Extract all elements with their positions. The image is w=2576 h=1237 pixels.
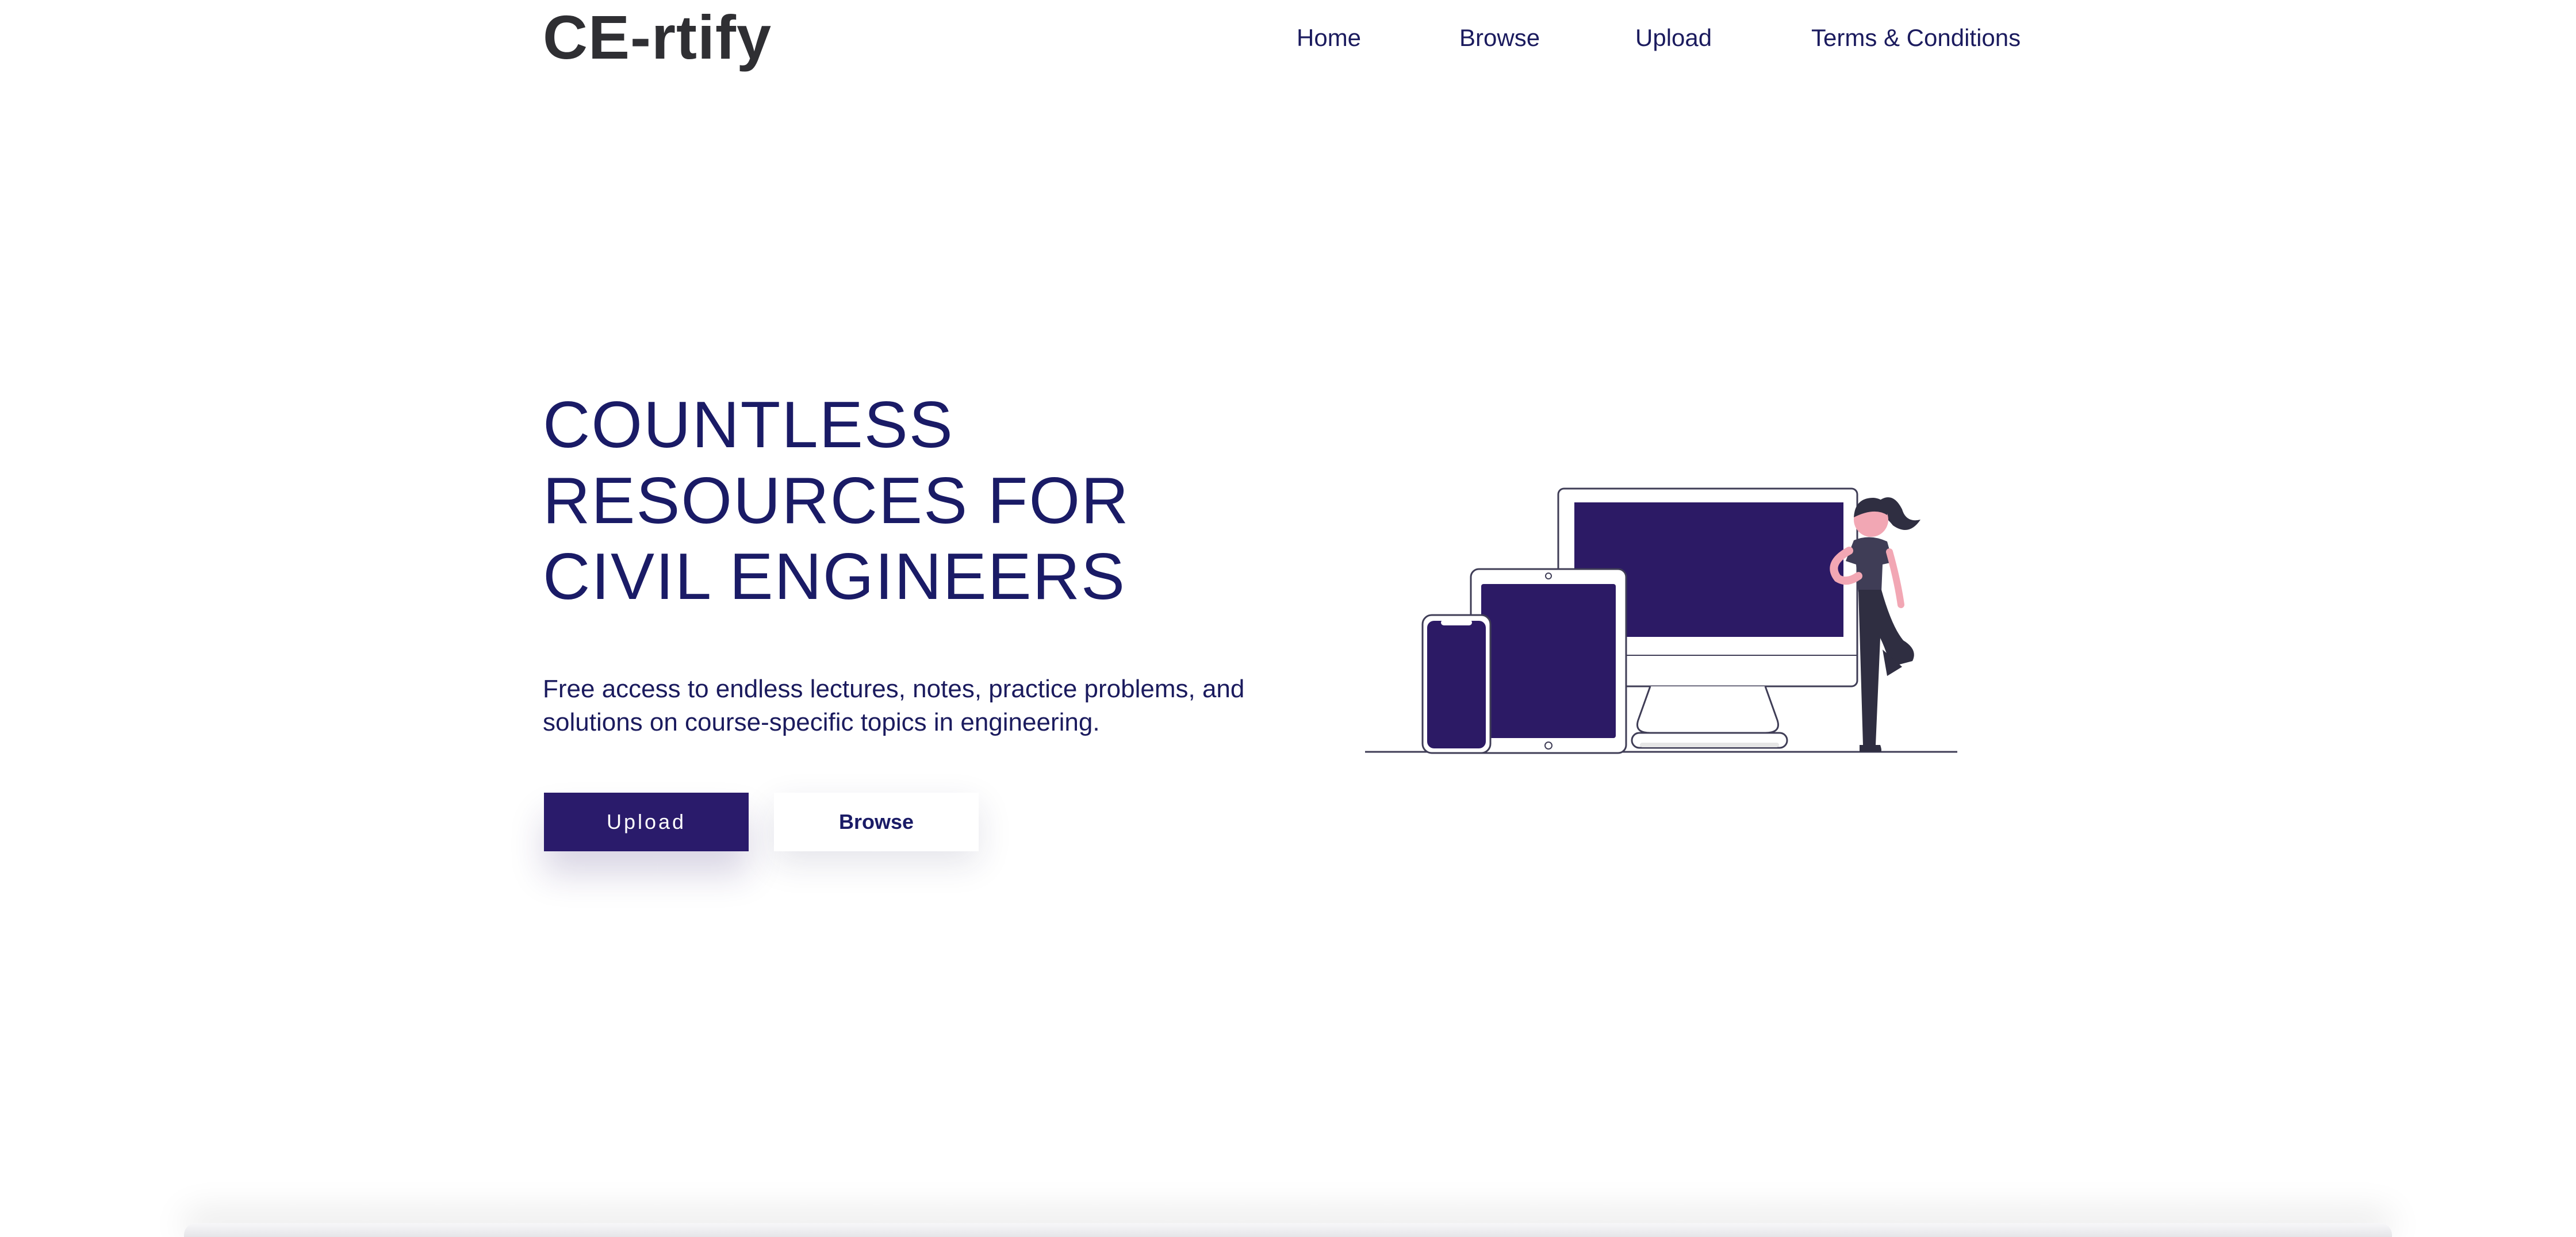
nav-link-browse[interactable]: Browse [1459,21,1540,55]
tablet-drawing [1470,568,1627,754]
nav-link-terms[interactable]: Terms & Conditions [1811,21,2021,55]
upload-button[interactable]: Upload [544,793,749,851]
next-section-edge [184,1223,2392,1237]
phone-drawing [1421,614,1492,754]
hero-subtext: Free access to endless lectures, notes, … [543,675,1245,736]
nav-link-home[interactable]: Home [1297,21,1361,55]
hero-headline: COUNTLESS RESOURCES FOR CIVIL ENGINEERS [543,389,1130,613]
nav-link-upload[interactable]: Upload [1635,21,1712,55]
main-nav: Home Browse Upload Terms & Conditions [0,0,2576,75]
browse-button[interactable]: Browse [774,793,979,851]
devices-woman-illustration [1365,487,1957,754]
